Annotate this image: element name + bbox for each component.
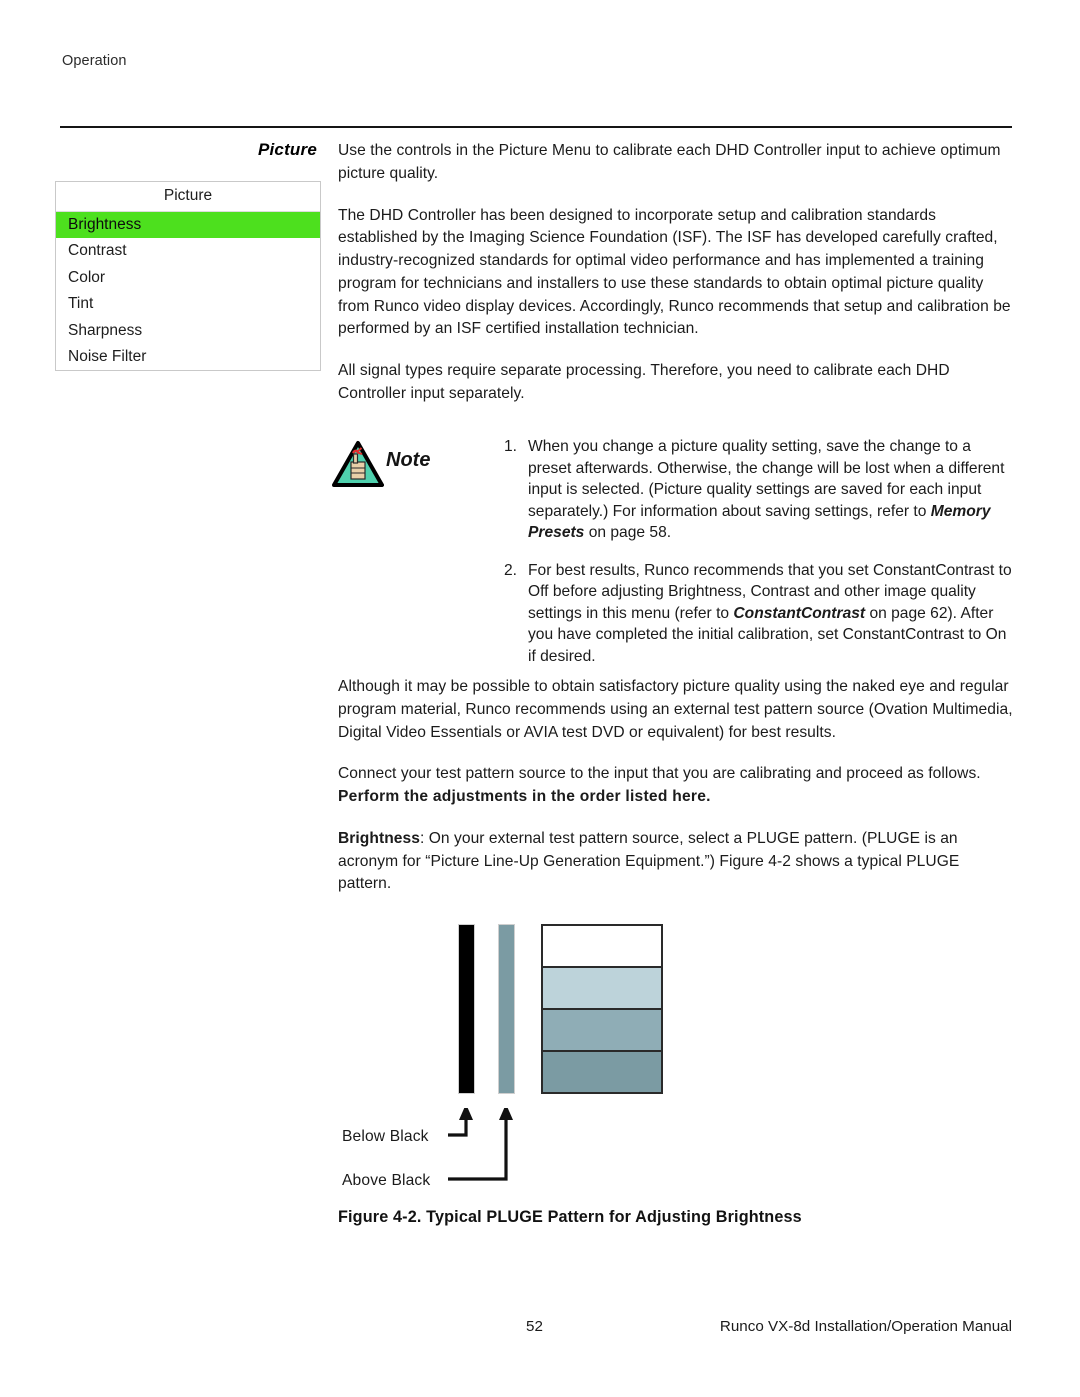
note-item-text-after: on page 58. [584, 524, 672, 542]
paragraph-signal-types: All signal types require separate proces… [338, 362, 950, 402]
paragraph-isf: The DHD Controller has been designed to … [338, 206, 1011, 338]
header-divider [60, 126, 1012, 128]
paragraph-intro: Use the controls in the Picture Menu to … [338, 142, 1001, 182]
pluge-step-2 [543, 966, 661, 1008]
note-item-emphasis: ConstantContrast [733, 604, 866, 622]
note-item: 1. When you change a picture quality sett… [332, 436, 1014, 544]
osd-menu-list: Brightness Contrast Color Tint Sharpness… [56, 212, 320, 370]
paragraph-connect-lead: Connect your test pattern source to the … [338, 765, 981, 783]
osd-menu-item-contrast[interactable]: Contrast [56, 238, 320, 264]
paragraph-connect-emphasis: Perform the adjustments in the order lis… [338, 788, 711, 806]
main-text-column-lower: Although it may be possible to obtain sa… [338, 676, 1014, 915]
pluge-gray-step-stack [541, 924, 663, 1094]
note-item-number: 1. [504, 438, 518, 455]
paragraph-brightness-label: Brightness [338, 829, 420, 847]
footer-manual-title: Runco VX-8d Installation/Operation Manua… [719, 1318, 1012, 1335]
note-item: 2. For best results, Runco recommends tha… [332, 560, 1014, 668]
pluge-step-1 [543, 926, 661, 966]
osd-menu-title: Picture [56, 182, 320, 212]
footer-page-number: 52 [526, 1318, 543, 1335]
osd-menu-item-tint[interactable]: Tint [56, 291, 320, 317]
pluge-callouts: Below Black Above Black [338, 1108, 698, 1218]
note-item-number: 2. [504, 561, 518, 579]
osd-menu-item-brightness[interactable]: Brightness [56, 212, 320, 239]
paragraph-connect-source: Connect your test pattern source to the … [338, 763, 1014, 809]
osd-menu-item-sharpness[interactable]: Sharpness [56, 318, 320, 344]
callout-leader-lines [448, 1108, 513, 1181]
note-list: 1. When you change a picture quality sett… [332, 436, 1014, 667]
note-block: Note 1. When you change a picture quality… [332, 436, 1014, 683]
pluge-bar-below-black [458, 924, 475, 1094]
paragraph-brightness-rest: : On your external test pattern source, … [338, 829, 960, 893]
paragraph-brightness: Brightness: On your external test patter… [338, 828, 1014, 896]
paragraph-test-pattern-source: Although it may be possible to obtain sa… [338, 678, 1013, 741]
figure-caption: Figure 4-2. Typical PLUGE Pattern for Ad… [338, 1208, 802, 1226]
section-heading: Picture [257, 140, 317, 159]
running-head: Operation [62, 53, 127, 69]
osd-picture-menu: Picture Brightness Contrast Color Tint S… [55, 181, 321, 372]
margin-column: Picture Picture Brightness Contrast Colo… [55, 140, 327, 372]
pluge-bar-above-black [498, 924, 515, 1094]
pluge-figure: Below Black Above Black Figure 4-2. Typi… [338, 912, 1014, 1242]
pluge-step-4 [543, 1050, 661, 1092]
pluge-step-3 [543, 1008, 661, 1050]
main-text-column: Use the controls in the Picture Menu to … [338, 140, 1014, 425]
osd-menu-item-noise-filter[interactable]: Noise Filter [56, 344, 320, 370]
osd-menu-item-color[interactable]: Color [56, 265, 320, 291]
